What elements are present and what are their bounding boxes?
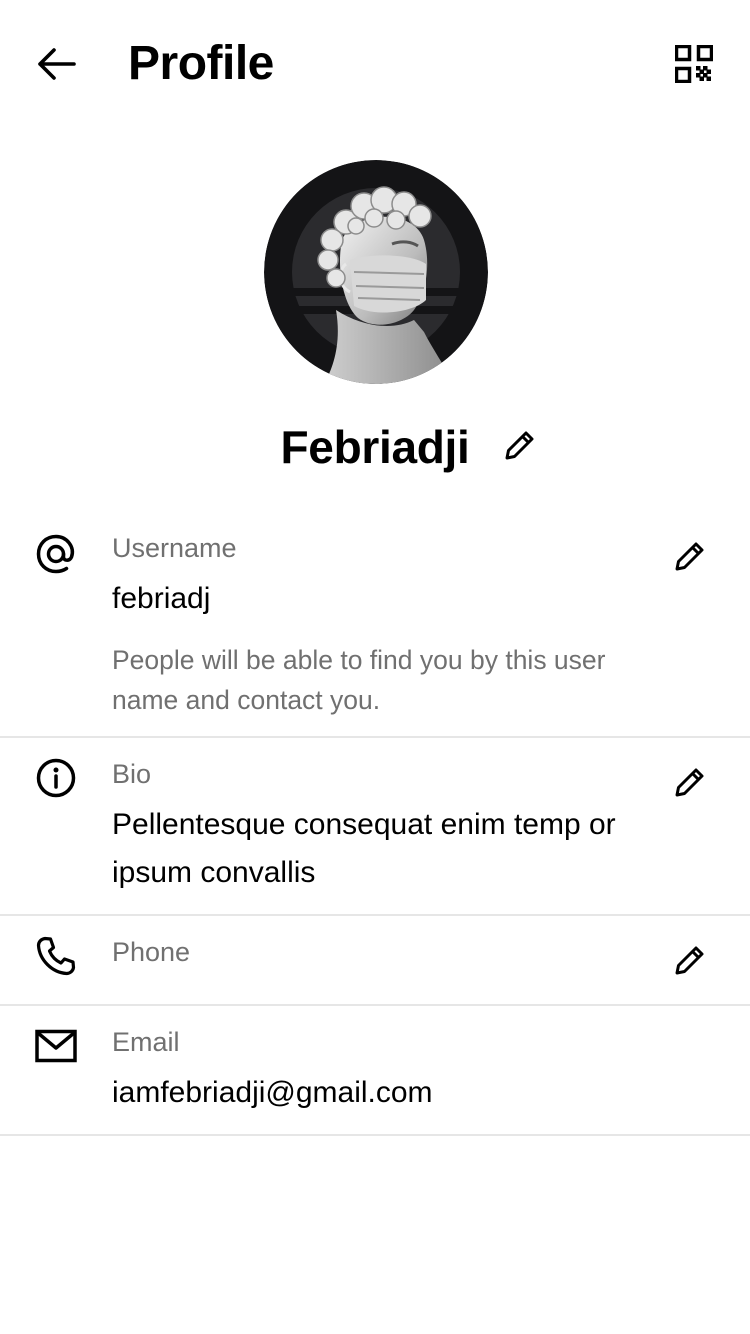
edit-phone-button[interactable] — [668, 938, 712, 982]
phone-icon — [32, 932, 80, 980]
username-value: febriadj — [112, 582, 211, 615]
pencil-icon — [675, 768, 704, 797]
avatar-image — [264, 160, 488, 384]
email-value: iamfebriadji@gmail.com — [112, 1076, 433, 1109]
username-hint: People will be able to find you by this … — [112, 645, 606, 715]
app-header: Profile — [0, 0, 750, 128]
info-icon — [32, 754, 80, 802]
email-field: Email iamfebriadji@gmail.com — [0, 1006, 750, 1134]
email-label: Email — [112, 1027, 180, 1057]
bio-label: Bio — [112, 759, 152, 789]
arrow-left-icon — [38, 48, 76, 80]
back-button[interactable] — [30, 40, 82, 88]
mail-icon — [32, 1022, 80, 1070]
phone-label: Phone — [112, 937, 191, 967]
username-field: Username febriadj People will be able to… — [0, 520, 750, 736]
profile-screen: Profile Febriadji Username febriadj Peop… — [0, 0, 750, 1334]
display-name-row: Febriadji — [0, 415, 750, 479]
divider — [0, 1134, 750, 1136]
edit-bio-button[interactable] — [668, 760, 712, 804]
avatar[interactable] — [264, 160, 488, 384]
edit-name-button[interactable] — [500, 425, 540, 465]
qr-code-icon — [675, 45, 713, 83]
page-title: Profile — [128, 37, 274, 90]
phone-field: Phone — [0, 916, 750, 1004]
bio-value: Pellentesque consequat enim temp or ipsu… — [112, 808, 616, 889]
edit-username-button[interactable] — [668, 534, 712, 578]
pencil-icon — [675, 542, 704, 571]
display-name: Febriadji — [280, 421, 470, 473]
at-sign-icon — [32, 530, 80, 578]
username-label: Username — [112, 533, 237, 563]
pencil-icon — [675, 946, 704, 975]
bio-field: Bio Pellentesque consequat enim temp or … — [0, 738, 750, 914]
pencil-icon — [505, 431, 534, 460]
qr-code-button[interactable] — [670, 40, 718, 88]
